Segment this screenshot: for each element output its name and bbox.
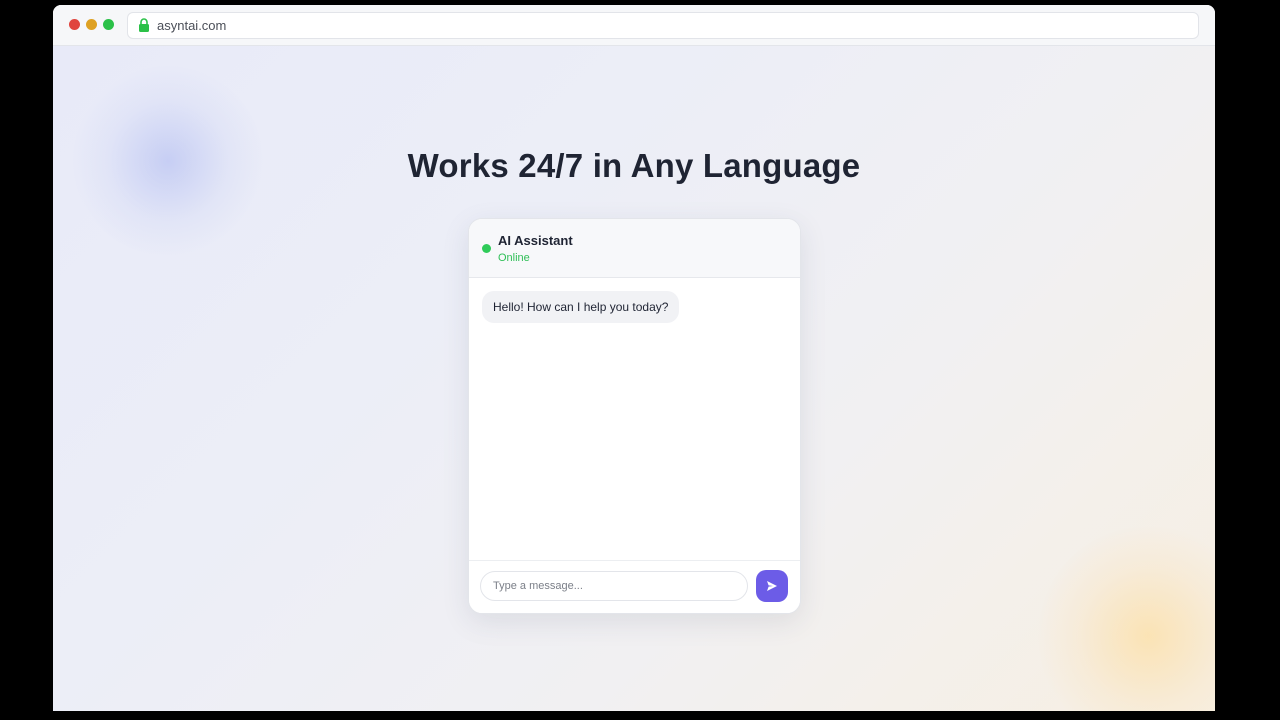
- url-text[interactable]: asyntai.com: [157, 18, 226, 33]
- browser-toolbar: asyntai.com: [53, 5, 1215, 46]
- send-icon: [767, 581, 777, 591]
- browser-window: asyntai.com Works 24/7 in Any Language A…: [53, 5, 1215, 711]
- window-minimize-button[interactable]: [86, 19, 97, 30]
- online-status-dot: [482, 244, 491, 253]
- page-content: Works 24/7 in Any Language AI Assistant …: [53, 46, 1215, 711]
- address-bar[interactable]: asyntai.com: [127, 12, 1199, 39]
- window-close-button[interactable]: [69, 19, 80, 30]
- assistant-name: AI Assistant: [498, 233, 573, 248]
- decorative-blur-orange: [1038, 526, 1215, 711]
- chat-composer: [469, 560, 800, 613]
- message-input[interactable]: [480, 571, 748, 601]
- chat-widget: AI Assistant Online Hello! How can I hel…: [468, 218, 801, 614]
- window-maximize-button[interactable]: [103, 19, 114, 30]
- page-title: Works 24/7 in Any Language: [407, 147, 861, 184]
- chat-header: AI Assistant Online: [469, 219, 800, 278]
- assistant-status: Online: [498, 252, 530, 264]
- assistant-message-bubble: Hello! How can I help you today?: [482, 291, 680, 323]
- chat-messages: Hello! How can I help you today?: [469, 278, 800, 561]
- send-button[interactable]: [756, 570, 788, 602]
- lock-icon: [139, 18, 149, 32]
